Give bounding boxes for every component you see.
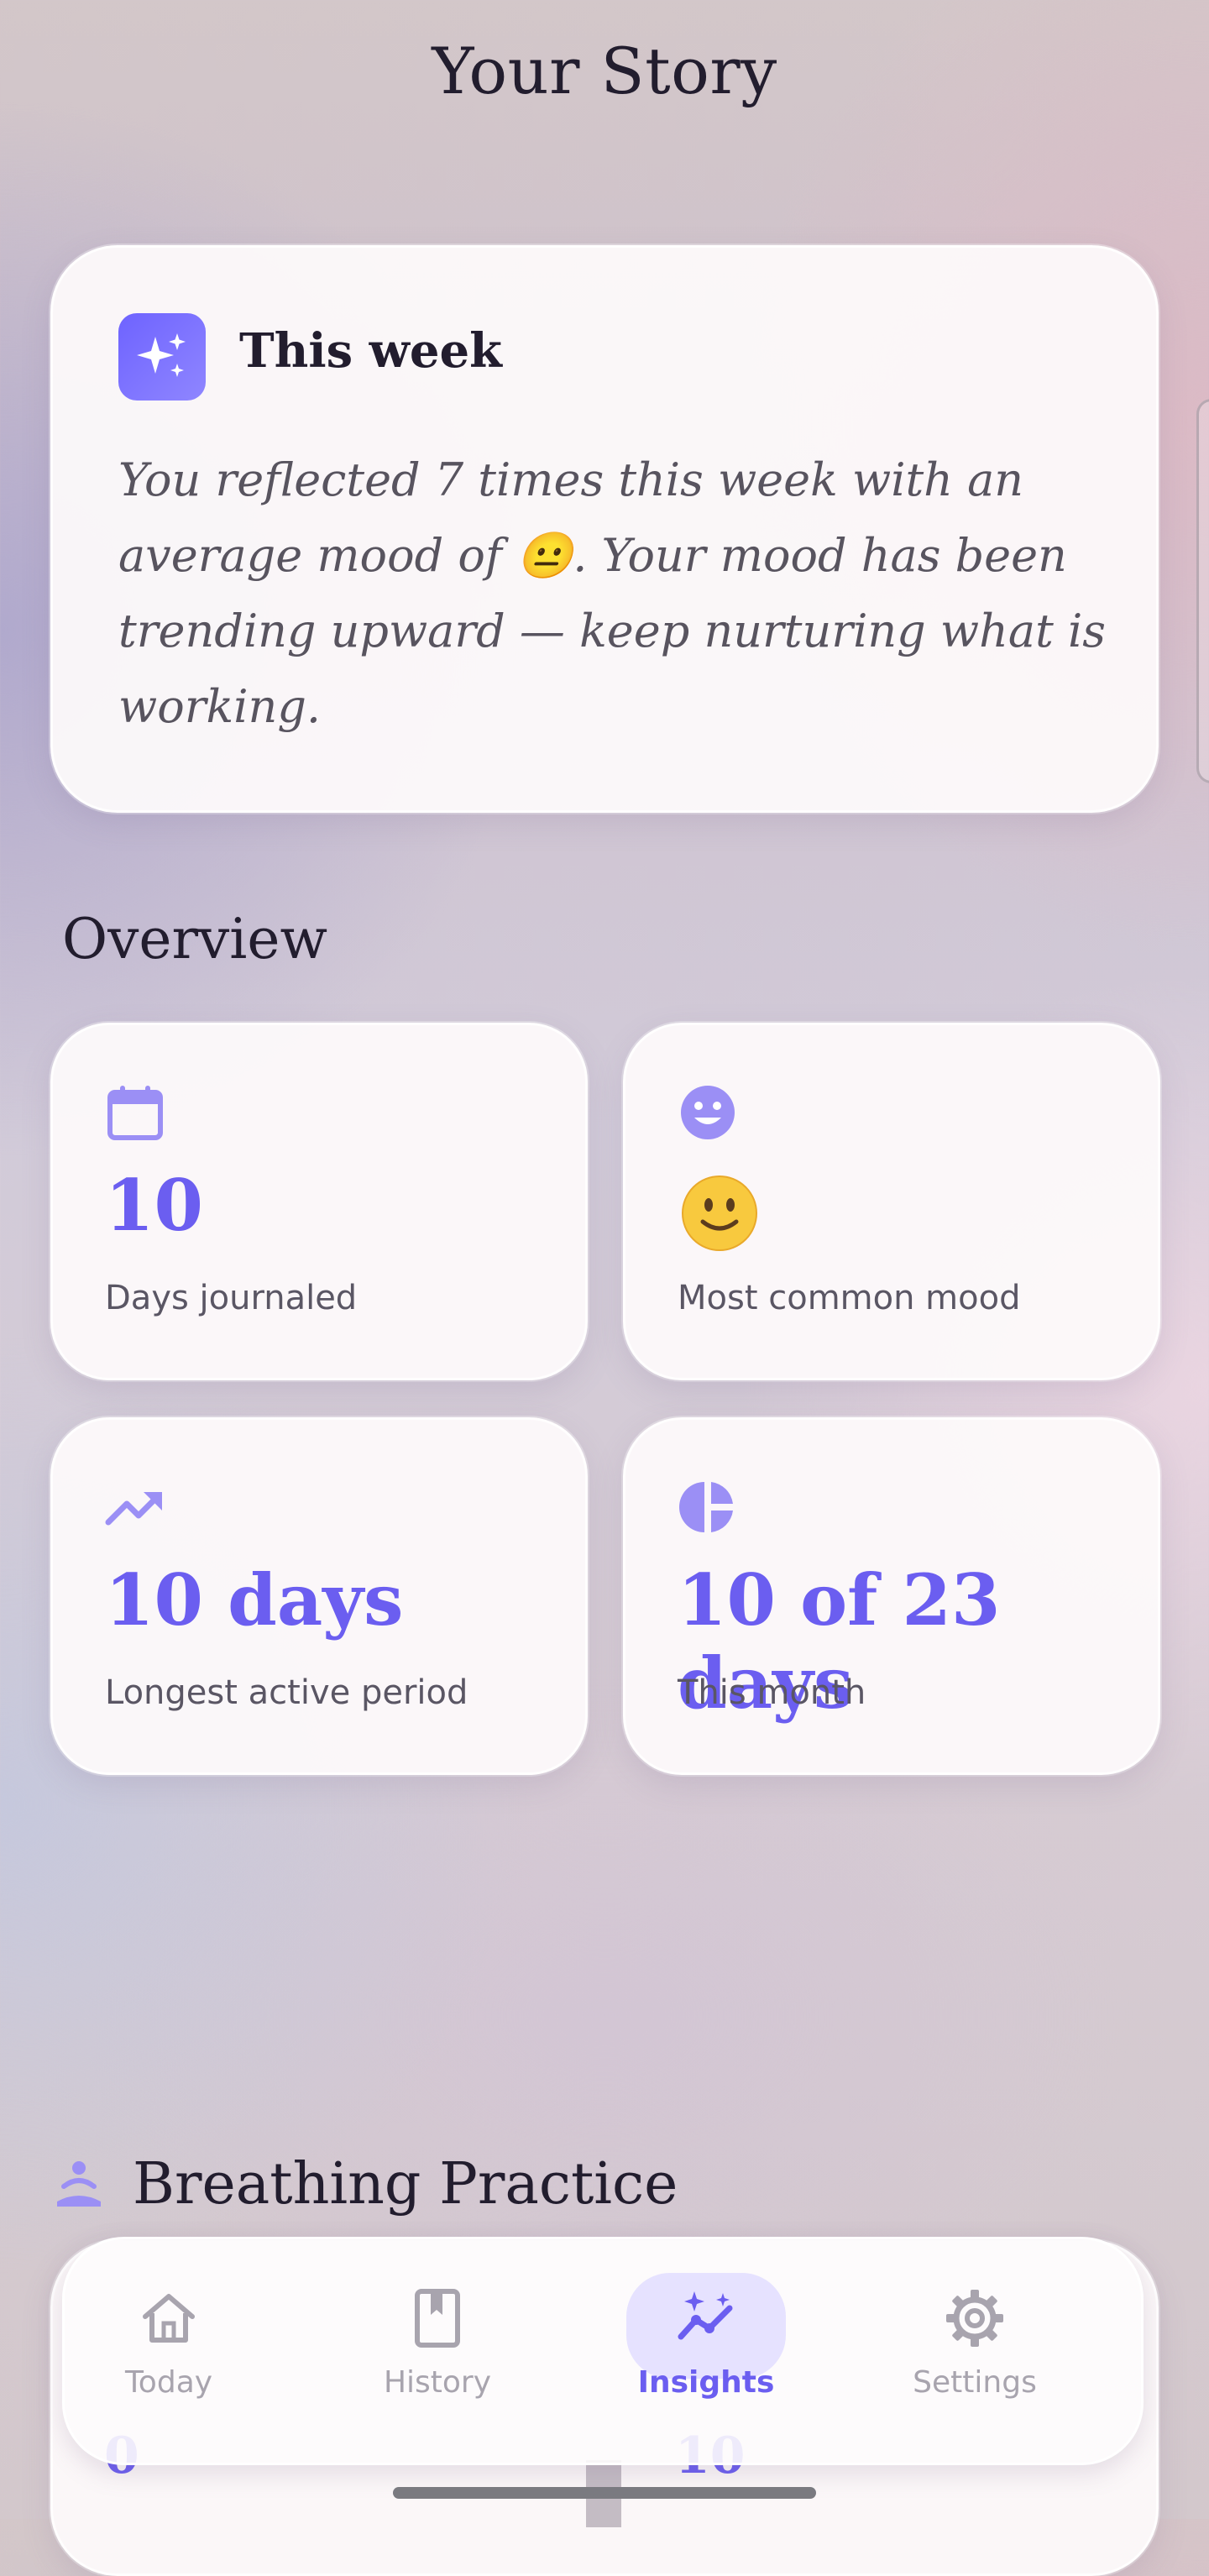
tab-label: Today (124, 2365, 213, 2400)
weekly-summary-text: You reflected 7 times this week with an … (118, 453, 1106, 733)
tab-label: Insights (637, 2365, 775, 2400)
stat-card-most-common-mood: Most common mood (623, 1023, 1160, 1380)
trending-up-icon (105, 1492, 162, 1526)
weekly-summary-card: This week You reflected 7 times this wee… (50, 245, 1159, 813)
smiley-face-icon (681, 1086, 735, 1139)
stat-label: This month (678, 1673, 866, 1712)
weekly-summary-title: This week (239, 323, 502, 379)
pie-chart-icon (679, 1482, 733, 1532)
stat-card-days-journaled: 10 Days journaled (50, 1023, 588, 1380)
mood-emoji-value (679, 1173, 760, 1254)
tab-history[interactable]: History (337, 2283, 538, 2426)
sparkles-icon (118, 313, 206, 401)
home-icon (143, 2294, 195, 2343)
side-handle[interactable] (1196, 399, 1209, 783)
breathing-practice-title: Breathing Practice (133, 2151, 678, 2217)
page-title: Your Story (432, 34, 777, 108)
stat-card-longest-active-period: 10 days Longest active period (50, 1417, 588, 1775)
tab-label: History (383, 2365, 492, 2400)
stat-label: Days journaled (105, 1279, 358, 1317)
calendar-icon (107, 1086, 163, 1140)
stat-label: Most common mood (678, 1279, 1021, 1317)
overview-title: Overview (62, 907, 327, 971)
tab-today[interactable]: Today (68, 2283, 270, 2426)
gear-icon (946, 2290, 1003, 2347)
stat-card-this-month: 10 of 23 days This month (623, 1417, 1160, 1775)
meditation-icon (57, 2161, 101, 2207)
book-icon (415, 2289, 460, 2348)
stat-label: Longest active period (105, 1673, 468, 1712)
sparkle-chart-icon (678, 2291, 733, 2340)
stat-value: 10 (105, 1164, 203, 1247)
bottom-tab-bar: Today History Insights Settings (62, 2237, 1144, 2465)
tab-settings[interactable]: Settings (874, 2283, 1076, 2426)
stat-value: 10 days (105, 1558, 404, 1641)
home-indicator[interactable] (393, 2487, 816, 2499)
tab-label: Settings (913, 2365, 1037, 2400)
tab-insights[interactable]: Insights (605, 2273, 807, 2426)
